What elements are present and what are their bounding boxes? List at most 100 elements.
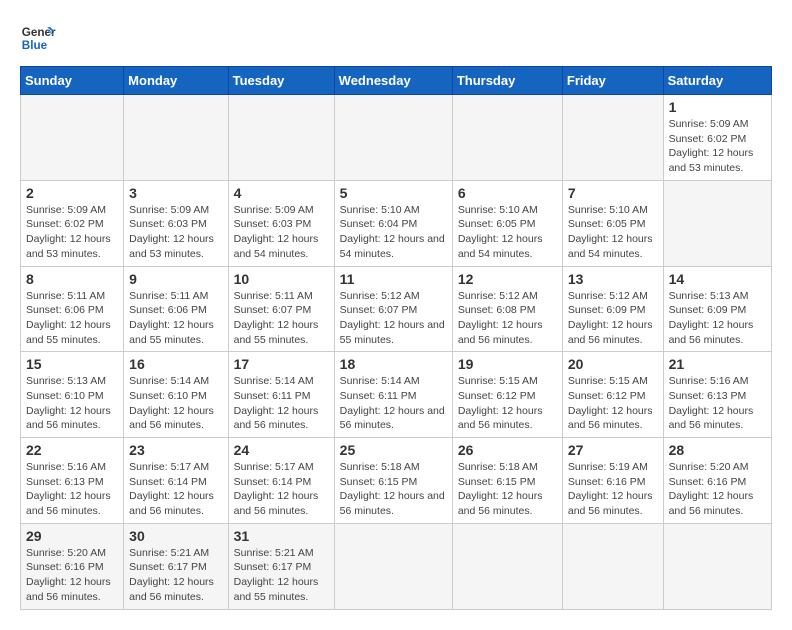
calendar-day-cell: 26Sunrise: 5:18 AMSunset: 6:15 PMDayligh…	[452, 438, 562, 524]
calendar-day-cell: 3 Sunrise: 5:09 AMSunset: 6:03 PMDaylight…	[124, 180, 228, 266]
day-number: 2	[26, 185, 118, 201]
day-number: 17	[234, 356, 329, 372]
calendar-day-cell: 29Sunrise: 5:20 AMSunset: 6:16 PMDayligh…	[21, 523, 124, 609]
svg-text:Blue: Blue	[22, 39, 48, 52]
day-number: 19	[458, 356, 557, 372]
calendar-day-cell: 22Sunrise: 5:16 AMSunset: 6:13 PMDayligh…	[21, 438, 124, 524]
empty-cell	[452, 523, 562, 609]
day-info: Sunrise: 5:13 AMSunset: 6:09 PMDaylight:…	[669, 290, 754, 346]
calendar-table: SundayMondayTuesdayWednesdayThursdayFrid…	[20, 66, 772, 610]
weekday-header: Sunday	[21, 67, 124, 95]
day-info: Sunrise: 5:14 AMSunset: 6:11 PMDaylight:…	[234, 375, 319, 431]
day-info: Sunrise: 5:13 AMSunset: 6:10 PMDaylight:…	[26, 375, 111, 431]
weekday-header: Tuesday	[228, 67, 334, 95]
day-number: 8	[26, 271, 118, 287]
day-info: Sunrise: 5:10 AMSunset: 6:05 PMDaylight:…	[458, 204, 543, 260]
weekday-header: Friday	[562, 67, 663, 95]
calendar-day-cell: 10Sunrise: 5:11 AMSunset: 6:07 PMDayligh…	[228, 266, 334, 352]
day-number: 20	[568, 356, 658, 372]
day-info: Sunrise: 5:10 AMSunset: 6:05 PMDaylight:…	[568, 204, 653, 260]
calendar-day-cell: 1 Sunrise: 5:09 AMSunset: 6:02 PMDaylight…	[663, 95, 771, 181]
day-number: 6	[458, 185, 557, 201]
day-info: Sunrise: 5:09 AMSunset: 6:03 PMDaylight:…	[129, 204, 214, 260]
weekday-header: Monday	[124, 67, 228, 95]
day-info: Sunrise: 5:11 AMSunset: 6:07 PMDaylight:…	[234, 290, 319, 346]
calendar-day-cell: 27Sunrise: 5:19 AMSunset: 6:16 PMDayligh…	[562, 438, 663, 524]
calendar-week-row: 2Sunrise: 5:09 AMSunset: 6:02 PMDaylight…	[21, 180, 772, 266]
weekday-header: Saturday	[663, 67, 771, 95]
empty-cell	[124, 95, 228, 181]
calendar-day-cell: 6 Sunrise: 5:10 AMSunset: 6:05 PMDaylight…	[452, 180, 562, 266]
calendar-day-cell: 11 Sunrise: 5:12 AMSunset: 6:07 PMDayligh…	[334, 266, 452, 352]
empty-cell	[562, 523, 663, 609]
calendar-day-cell: 2Sunrise: 5:09 AMSunset: 6:02 PMDaylight…	[21, 180, 124, 266]
day-number: 16	[129, 356, 222, 372]
calendar-day-cell: 12Sunrise: 5:12 AMSunset: 6:08 PMDayligh…	[452, 266, 562, 352]
calendar-week-row: 8 Sunrise: 5:11 AMSunset: 6:06 PMDaylight…	[21, 266, 772, 352]
day-info: Sunrise: 5:12 AMSunset: 6:08 PMDaylight:…	[458, 290, 543, 346]
calendar-day-cell: 20Sunrise: 5:15 AMSunset: 6:12 PMDayligh…	[562, 352, 663, 438]
day-number: 1	[669, 99, 766, 115]
empty-cell	[663, 523, 771, 609]
day-info: Sunrise: 5:12 AMSunset: 6:09 PMDaylight:…	[568, 290, 653, 346]
calendar-day-cell: 23 Sunrise: 5:17 AMSunset: 6:14 PMDayligh…	[124, 438, 228, 524]
empty-cell	[334, 95, 452, 181]
calendar-day-cell: 28Sunrise: 5:20 AMSunset: 6:16 PMDayligh…	[663, 438, 771, 524]
day-info: Sunrise: 5:14 AMSunset: 6:11 PMDaylight:…	[340, 375, 445, 431]
day-number: 25	[340, 442, 447, 458]
calendar-week-row: 1 Sunrise: 5:09 AMSunset: 6:02 PMDaylight…	[21, 95, 772, 181]
calendar-day-cell: 21 Sunrise: 5:16 AMSunset: 6:13 PMDayligh…	[663, 352, 771, 438]
day-info: Sunrise: 5:14 AMSunset: 6:10 PMDaylight:…	[129, 375, 214, 431]
calendar-day-cell: 17 Sunrise: 5:14 AMSunset: 6:11 PMDayligh…	[228, 352, 334, 438]
calendar-day-cell: 4Sunrise: 5:09 AMSunset: 6:03 PMDaylight…	[228, 180, 334, 266]
day-info: Sunrise: 5:17 AMSunset: 6:14 PMDaylight:…	[129, 461, 214, 517]
calendar-day-cell: 25 Sunrise: 5:18 AMSunset: 6:15 PMDayligh…	[334, 438, 452, 524]
page-header: General Blue	[20, 20, 772, 56]
logo-icon: General Blue	[20, 20, 56, 56]
day-number: 24	[234, 442, 329, 458]
day-info: Sunrise: 5:21 AMSunset: 6:17 PMDaylight:…	[129, 547, 214, 603]
calendar-day-cell: 19 Sunrise: 5:15 AMSunset: 6:12 PMDayligh…	[452, 352, 562, 438]
day-info: Sunrise: 5:10 AMSunset: 6:04 PMDaylight:…	[340, 204, 445, 260]
day-number: 15	[26, 356, 118, 372]
day-info: Sunrise: 5:20 AMSunset: 6:16 PMDaylight:…	[26, 547, 111, 603]
day-number: 11	[340, 271, 447, 287]
day-info: Sunrise: 5:20 AMSunset: 6:16 PMDaylight:…	[669, 461, 754, 517]
day-info: Sunrise: 5:12 AMSunset: 6:07 PMDaylight:…	[340, 290, 445, 346]
calendar-day-cell: 16 Sunrise: 5:14 AMSunset: 6:10 PMDayligh…	[124, 352, 228, 438]
calendar-week-row: 22Sunrise: 5:16 AMSunset: 6:13 PMDayligh…	[21, 438, 772, 524]
calendar-day-cell: 18 Sunrise: 5:14 AMSunset: 6:11 PMDayligh…	[334, 352, 452, 438]
calendar-day-cell: 24 Sunrise: 5:17 AMSunset: 6:14 PMDayligh…	[228, 438, 334, 524]
day-number: 18	[340, 356, 447, 372]
day-info: Sunrise: 5:09 AMSunset: 6:02 PMDaylight:…	[669, 118, 754, 174]
day-info: Sunrise: 5:17 AMSunset: 6:14 PMDaylight:…	[234, 461, 319, 517]
day-info: Sunrise: 5:21 AMSunset: 6:17 PMDaylight:…	[234, 547, 319, 603]
empty-cell	[21, 95, 124, 181]
day-number: 21	[669, 356, 766, 372]
day-number: 23	[129, 442, 222, 458]
weekday-header: Wednesday	[334, 67, 452, 95]
day-info: Sunrise: 5:16 AMSunset: 6:13 PMDaylight:…	[669, 375, 754, 431]
day-number: 3	[129, 185, 222, 201]
day-number: 9	[129, 271, 222, 287]
calendar-day-cell: 14Sunrise: 5:13 AMSunset: 6:09 PMDayligh…	[663, 266, 771, 352]
weekday-header-row: SundayMondayTuesdayWednesdayThursdayFrid…	[21, 67, 772, 95]
day-info: Sunrise: 5:15 AMSunset: 6:12 PMDaylight:…	[458, 375, 543, 431]
calendar-day-cell: 7 Sunrise: 5:10 AMSunset: 6:05 PMDaylight…	[562, 180, 663, 266]
logo: General Blue	[20, 20, 56, 56]
day-number: 7	[568, 185, 658, 201]
day-number: 5	[340, 185, 447, 201]
calendar-day-cell: 30Sunrise: 5:21 AMSunset: 6:17 PMDayligh…	[124, 523, 228, 609]
day-number: 27	[568, 442, 658, 458]
day-number: 22	[26, 442, 118, 458]
weekday-header: Thursday	[452, 67, 562, 95]
day-info: Sunrise: 5:11 AMSunset: 6:06 PMDaylight:…	[129, 290, 214, 346]
calendar-day-cell: 13Sunrise: 5:12 AMSunset: 6:09 PMDayligh…	[562, 266, 663, 352]
day-info: Sunrise: 5:18 AMSunset: 6:15 PMDaylight:…	[340, 461, 445, 517]
calendar-day-cell: 9 Sunrise: 5:11 AMSunset: 6:06 PMDaylight…	[124, 266, 228, 352]
empty-cell	[334, 523, 452, 609]
calendar-week-row: 29Sunrise: 5:20 AMSunset: 6:16 PMDayligh…	[21, 523, 772, 609]
day-info: Sunrise: 5:18 AMSunset: 6:15 PMDaylight:…	[458, 461, 543, 517]
day-number: 31	[234, 528, 329, 544]
calendar-day-cell: 31 Sunrise: 5:21 AMSunset: 6:17 PMDayligh…	[228, 523, 334, 609]
